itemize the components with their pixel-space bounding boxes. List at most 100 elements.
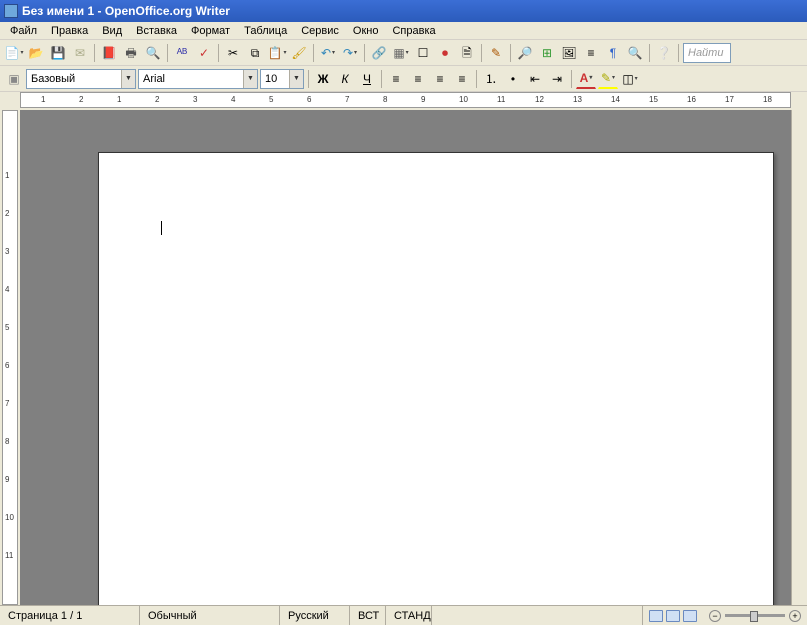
new-button[interactable]: 📄 <box>4 43 24 63</box>
doc-button[interactable]: 🗎 <box>457 43 477 63</box>
ruler-tick: 3 <box>193 95 197 104</box>
vertical-ruler[interactable]: 1234567891011 <box>2 110 18 605</box>
menu-table[interactable]: Таблица <box>238 24 293 38</box>
mail-button[interactable]: ✉ <box>70 43 90 63</box>
pdf-export-button[interactable]: 📕 <box>99 43 119 63</box>
record-button[interactable]: ⏺ <box>435 43 455 63</box>
paragraph-style-value: Базовый <box>27 73 121 85</box>
separator <box>571 70 572 88</box>
styles-button[interactable]: ▣ <box>4 69 24 89</box>
formatting-toolbar: ▣ Базовый ▼ Arial ▼ 10 ▼ Ж К Ч ≡ ≡ ≡ ≡ ⒈… <box>0 66 807 92</box>
menu-edit[interactable]: Правка <box>45 24 94 38</box>
status-language[interactable]: Русский <box>280 606 350 625</box>
menu-insert[interactable]: Вставка <box>130 24 183 38</box>
form-button[interactable]: ☐ <box>413 43 433 63</box>
page[interactable] <box>98 152 774 605</box>
bg-color-button[interactable]: ◫ <box>620 69 640 89</box>
bullet-list-button[interactable]: • <box>503 69 523 89</box>
dropdown-arrow-icon: ▼ <box>289 70 303 88</box>
copy-button[interactable]: ⧉ <box>245 43 265 63</box>
ruler-tick: 10 <box>5 513 14 522</box>
open-button[interactable]: 📂 <box>26 43 46 63</box>
hyperlink-button[interactable]: 🔗 <box>369 43 389 63</box>
vertical-ruler-column: 1234567891011 <box>0 110 20 605</box>
draw-button[interactable]: ✎ <box>486 43 506 63</box>
menu-file[interactable]: Файл <box>4 24 43 38</box>
status-insert-mode[interactable]: ВСТ <box>350 606 386 625</box>
decrease-indent-button[interactable]: ⇤ <box>525 69 545 89</box>
gallery-button[interactable]: 🖼 <box>559 43 579 63</box>
redo-button[interactable]: ↷ <box>340 43 360 63</box>
document-view[interactable] <box>20 110 791 605</box>
ruler-tick: 14 <box>611 95 620 104</box>
align-right-button[interactable]: ≡ <box>430 69 450 89</box>
navigator-button[interactable]: ⊞ <box>537 43 557 63</box>
autospell-button[interactable]: ✓ <box>194 43 214 63</box>
undo-button[interactable]: ↶ <box>318 43 338 63</box>
find-button[interactable]: 🔎 <box>515 43 535 63</box>
align-left-button[interactable]: ≡ <box>386 69 406 89</box>
ruler-tick: 2 <box>79 95 83 104</box>
help-button[interactable]: ❔ <box>654 43 674 63</box>
ruler-tick: 5 <box>5 323 9 332</box>
font-name-combo[interactable]: Arial ▼ <box>138 69 258 89</box>
menu-tools[interactable]: Сервис <box>295 24 345 38</box>
nonprint-button[interactable]: ¶ <box>603 43 623 63</box>
menu-help[interactable]: Справка <box>386 24 441 38</box>
ruler-tick: 15 <box>649 95 658 104</box>
zoom-button[interactable]: 🔍 <box>625 43 645 63</box>
paste-button[interactable]: 📋 <box>267 43 287 63</box>
menu-format[interactable]: Формат <box>185 24 236 38</box>
preview-button[interactable]: 🔍 <box>143 43 163 63</box>
increase-indent-button[interactable]: ⇥ <box>547 69 567 89</box>
bold-button[interactable]: Ж <box>313 69 333 89</box>
dropdown-arrow-icon: ▼ <box>243 70 257 88</box>
italic-button[interactable]: К <box>335 69 355 89</box>
paragraph-style-combo[interactable]: Базовый ▼ <box>26 69 136 89</box>
menu-bar: Файл Правка Вид Вставка Формат Таблица С… <box>0 22 807 40</box>
zoom-slider: − + <box>703 610 807 622</box>
font-size-combo[interactable]: 10 ▼ <box>260 69 304 89</box>
zoom-slider-track[interactable] <box>725 614 785 617</box>
view-book-button[interactable] <box>683 610 697 622</box>
separator <box>167 44 168 62</box>
cut-button[interactable]: ✂ <box>223 43 243 63</box>
ruler-tick: 11 <box>5 551 13 560</box>
separator <box>510 44 511 62</box>
menu-view[interactable]: Вид <box>96 24 128 38</box>
menu-window[interactable]: Окно <box>347 24 385 38</box>
format-paintbrush-button[interactable]: 🖌 <box>289 43 309 63</box>
separator <box>218 44 219 62</box>
zoom-in-button[interactable]: + <box>789 610 801 622</box>
standard-toolbar: 📄 📂 💾 ✉ 📕 🖶 🔍 ᴬᴮ ✓ ✂ ⧉ 📋 🖌 ↶ ↷ 🔗 ▦ ☐ ⏺ 🗎… <box>0 40 807 66</box>
vertical-scrollbar[interactable] <box>791 110 807 605</box>
align-justify-button[interactable]: ≡ <box>452 69 472 89</box>
zoom-out-button[interactable]: − <box>709 610 721 622</box>
highlight-button[interactable]: ✎ <box>598 69 618 89</box>
ruler-tick: 17 <box>725 95 734 104</box>
status-page[interactable]: Страница 1 / 1 <box>0 606 140 625</box>
dropdown-arrow-icon: ▼ <box>121 70 135 88</box>
ruler-tick: 1 <box>117 95 121 104</box>
view-single-page-button[interactable] <box>649 610 663 622</box>
ruler-tick: 3 <box>5 247 9 256</box>
ruler-tick: 9 <box>421 95 425 104</box>
ruler-tick: 10 <box>459 95 468 104</box>
find-input[interactable]: Найти <box>683 43 731 63</box>
print-button[interactable]: 🖶 <box>121 43 141 63</box>
table-button[interactable]: ▦ <box>391 43 411 63</box>
save-button[interactable]: 💾 <box>48 43 68 63</box>
ruler-tick: 11 <box>497 95 505 104</box>
spellcheck-button[interactable]: ᴬᴮ <box>172 43 192 63</box>
horizontal-ruler[interactable]: 12123456789101112131415161718 <box>20 92 791 108</box>
ruler-corner <box>791 92 807 110</box>
underline-button[interactable]: Ч <box>357 69 377 89</box>
align-center-button[interactable]: ≡ <box>408 69 428 89</box>
font-color-button[interactable]: A <box>576 69 596 89</box>
separator <box>481 44 482 62</box>
status-selection-mode[interactable]: СТАНД <box>386 606 432 625</box>
view-multi-page-button[interactable] <box>666 610 680 622</box>
numbered-list-button[interactable]: ⒈ <box>481 69 501 89</box>
status-style[interactable]: Обычный <box>140 606 280 625</box>
datasource-button[interactable]: ≡ <box>581 43 601 63</box>
